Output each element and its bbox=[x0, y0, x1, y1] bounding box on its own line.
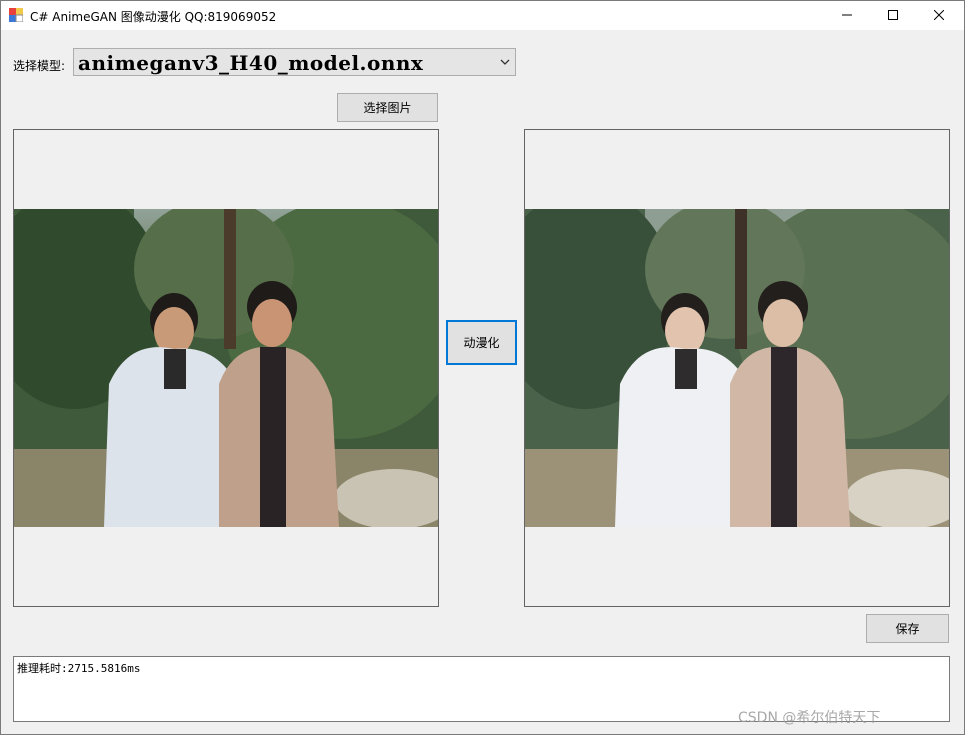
app-icon bbox=[9, 8, 23, 22]
maximize-icon bbox=[888, 10, 898, 20]
close-button[interactable] bbox=[916, 0, 962, 30]
title-bar: C# AnimeGAN 图像动漫化 QQ:819069052 bbox=[0, 0, 965, 30]
chevron-down-icon bbox=[500, 59, 510, 65]
select-image-button[interactable]: 选择图片 bbox=[337, 93, 438, 122]
minimize-button[interactable] bbox=[824, 0, 870, 30]
convert-anime-button[interactable]: 动漫化 bbox=[446, 320, 517, 365]
model-select[interactable]: animeganv3_H40_model.onnx bbox=[73, 48, 516, 76]
original-image-box bbox=[13, 129, 439, 607]
minimize-icon bbox=[842, 14, 852, 16]
maximize-button[interactable] bbox=[870, 0, 916, 30]
save-button[interactable]: 保存 bbox=[866, 614, 949, 643]
original-photo bbox=[14, 209, 438, 527]
inference-time-text: 推理耗时:2715.5816ms bbox=[17, 662, 141, 675]
model-label: 选择模型: bbox=[13, 59, 66, 73]
model-select-value: animeganv3_H40_model.onnx bbox=[78, 51, 424, 75]
close-icon bbox=[934, 10, 944, 20]
window-title: C# AnimeGAN 图像动漫化 QQ:819069052 bbox=[30, 10, 277, 24]
result-image-box bbox=[524, 129, 950, 607]
anime-photo bbox=[525, 209, 949, 527]
watermark: CSDN @希尔伯特天下 bbox=[738, 710, 881, 726]
